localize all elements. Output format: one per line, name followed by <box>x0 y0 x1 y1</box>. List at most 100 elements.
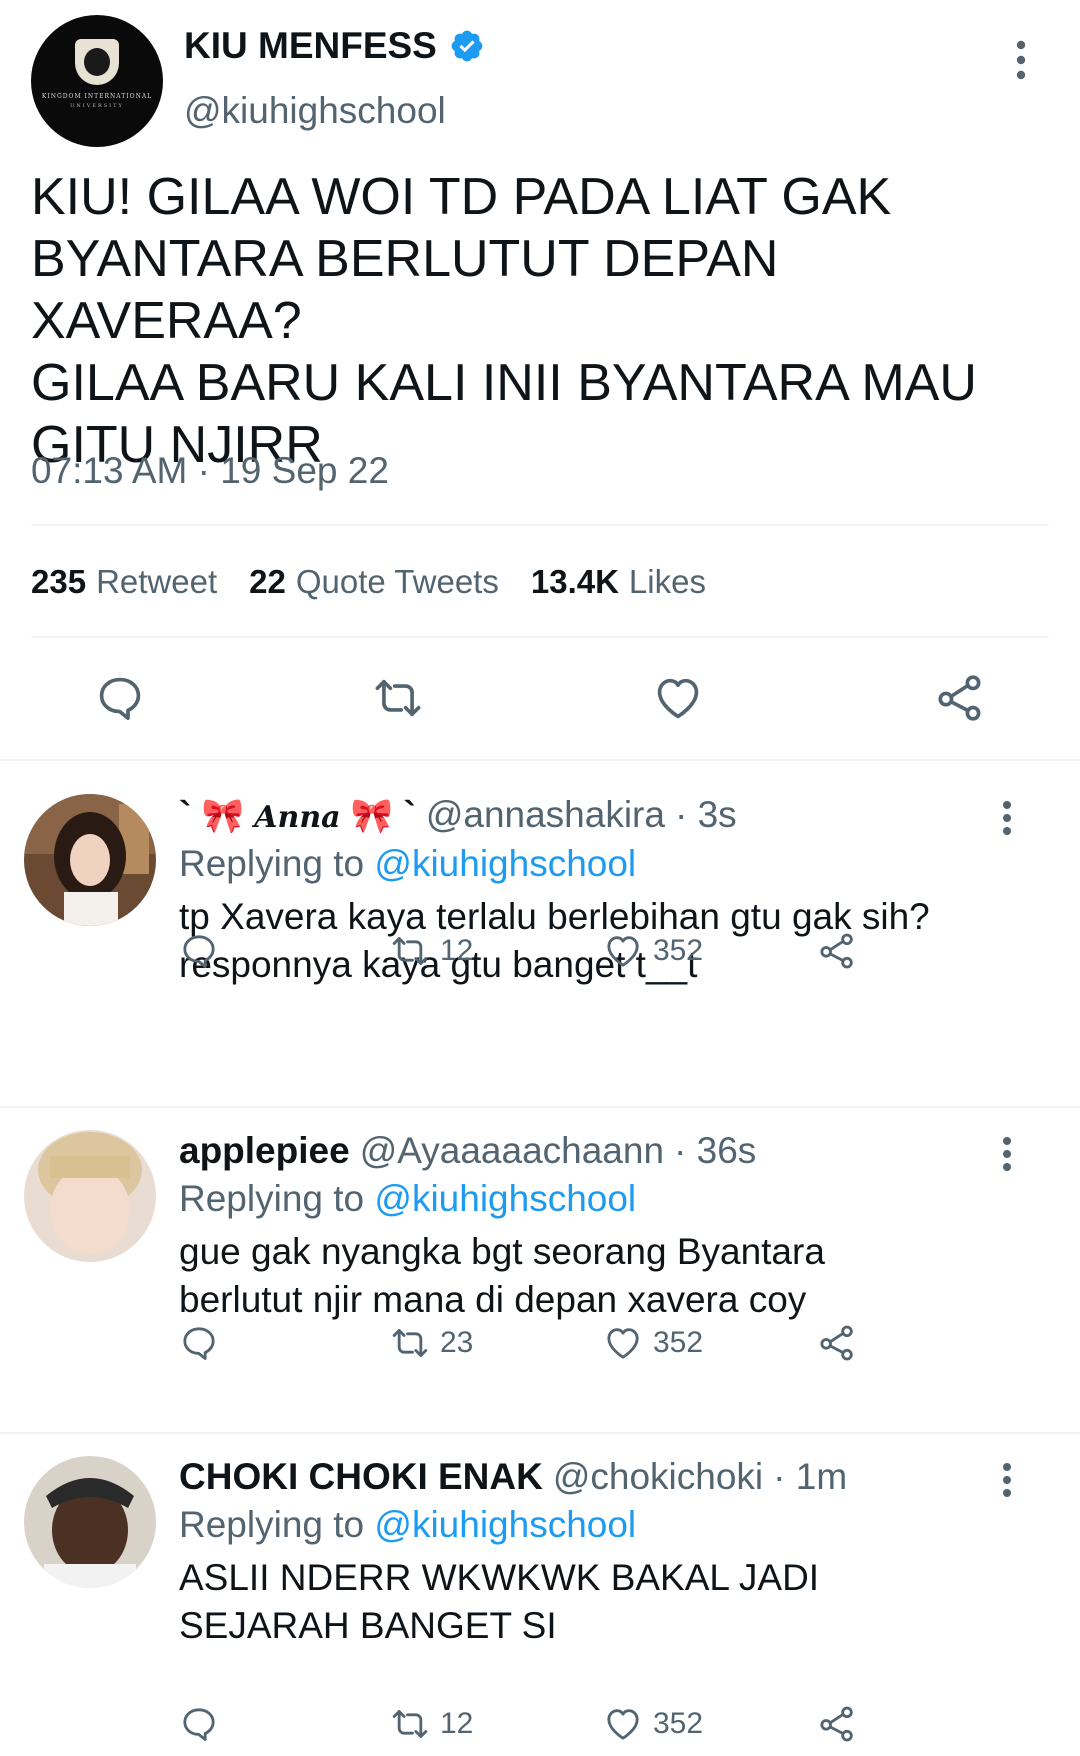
replying-to-label: Replying to <box>179 1178 365 1219</box>
reply-button[interactable] <box>179 1323 219 1363</box>
reply-icon <box>183 935 215 968</box>
like-icon <box>607 1709 639 1740</box>
retweet-count: 12 <box>440 934 474 967</box>
reply-button[interactable] <box>94 672 146 724</box>
share-button[interactable] <box>934 672 986 724</box>
retweet-button[interactable]: 12 <box>390 1704 473 1744</box>
engagement-stats: 235 Retweet 22 Quote Tweets 13.4K Likes <box>31 563 706 601</box>
user-handle[interactable]: @annashakira <box>426 794 665 836</box>
replying-to-label: Replying to <box>179 1504 365 1545</box>
retweet-button[interactable] <box>372 672 424 724</box>
retweet-icon <box>392 937 428 965</box>
user-display-name[interactable]: ` 🎀 Anna 🎀 ` <box>179 794 416 836</box>
like-count: 352 <box>653 934 704 967</box>
replying-to-handle[interactable]: @kiuhighschool <box>374 843 636 884</box>
share-button[interactable] <box>817 931 857 971</box>
name-decoration: ` <box>179 794 192 835</box>
replying-to-handle[interactable]: @kiuhighschool <box>374 1504 636 1545</box>
avatar-caption-sub: UNIVERSITY <box>70 103 124 109</box>
section-divider <box>0 759 1080 761</box>
account-name-text: KIU MENFESS <box>184 25 437 66</box>
more-options-icon[interactable] <box>1016 40 1026 80</box>
quote-stat[interactable]: 22 Quote Tweets <box>249 563 499 601</box>
like-button[interactable]: 352 <box>603 1704 703 1744</box>
ribbon-emoji: 🎀 <box>350 797 394 835</box>
avatar-photo <box>24 794 156 926</box>
like-icon <box>607 936 639 967</box>
reply-header: CHOKI CHOKI ENAK @chokichoki · 1m <box>179 1456 847 1498</box>
divider <box>31 636 1049 638</box>
share-icon <box>820 1706 853 1742</box>
quote-label: Quote Tweets <box>295 563 499 600</box>
share-icon <box>938 675 981 721</box>
reply-header: applepiee @Ayaaaaachaann · 36s <box>179 1130 756 1172</box>
retweet-stat[interactable]: 235 Retweet <box>31 563 217 601</box>
avatar-photo <box>24 1130 156 1262</box>
user-display-name[interactable]: applepiee <box>179 1130 350 1172</box>
reply-text: gue gak nyangka bgt seorang Byantara ber… <box>179 1231 825 1320</box>
share-button[interactable] <box>817 1704 857 1744</box>
name-decoration: ` <box>403 794 416 835</box>
name-script-text: Anna <box>254 800 341 835</box>
reply-button[interactable] <box>179 1704 219 1744</box>
reply-time[interactable]: · 36s <box>674 1130 756 1172</box>
replying-to-line: Replying to @kiuhighschool <box>179 843 636 885</box>
likes-label: Likes <box>628 563 706 600</box>
retweet-icon <box>375 679 421 717</box>
replying-to-handle[interactable]: @kiuhighschool <box>374 1178 636 1219</box>
divider <box>31 524 1049 526</box>
avatar-photo <box>24 1456 156 1588</box>
replying-to-line: Replying to @kiuhighschool <box>179 1504 636 1546</box>
lion-emblem-icon <box>75 39 119 85</box>
like-button[interactable]: 352 <box>603 1323 703 1363</box>
reply-icon <box>183 1708 215 1741</box>
reply-time[interactable]: · 1m <box>773 1456 847 1498</box>
retweet-label: Retweet <box>96 563 218 600</box>
likes-stat[interactable]: 13.4K Likes <box>531 563 706 601</box>
retweet-count: 12 <box>440 1707 474 1740</box>
like-icon <box>657 678 699 719</box>
reply-text: ASLII NDERR WKWKWK BAKAL JADI SEJARAH BA… <box>179 1557 820 1646</box>
user-avatar[interactable] <box>24 1130 156 1262</box>
share-icon <box>820 933 853 969</box>
reply-time[interactable]: · 3s <box>675 794 737 836</box>
like-icon <box>607 1328 639 1359</box>
user-handle[interactable]: @Ayaaaaachaann <box>360 1130 664 1172</box>
retweet-icon <box>392 1329 428 1357</box>
more-options-icon[interactable] <box>1002 800 1012 836</box>
quote-count: 22 <box>249 563 286 600</box>
verified-badge-icon <box>451 30 483 62</box>
reply-icon <box>183 1327 215 1360</box>
section-divider <box>0 1106 1080 1108</box>
like-count: 352 <box>653 1326 704 1359</box>
share-icon <box>820 1325 853 1361</box>
replying-to-label: Replying to <box>179 843 365 884</box>
ribbon-emoji: 🎀 <box>201 797 244 835</box>
user-handle[interactable]: @chokichoki <box>553 1456 763 1498</box>
account-name[interactable]: KIU MENFESS <box>184 25 485 67</box>
user-avatar[interactable] <box>24 1456 156 1588</box>
more-options-icon[interactable] <box>1002 1462 1012 1498</box>
like-button[interactable] <box>652 672 704 724</box>
retweet-count: 235 <box>31 563 87 600</box>
account-handle[interactable]: @kiuhighschool <box>184 90 446 132</box>
reply-header: ` 🎀 Anna 🎀 ` @annashakira · 3s <box>179 794 737 836</box>
retweet-button[interactable]: 12 <box>390 931 473 971</box>
like-button[interactable]: 352 <box>603 931 703 971</box>
retweet-icon <box>392 1710 428 1738</box>
user-avatar[interactable] <box>24 794 156 926</box>
replying-to-line: Replying to @kiuhighschool <box>179 1178 636 1220</box>
account-avatar[interactable]: KINGDOM INTERNATIONAL UNIVERSITY <box>31 15 163 147</box>
reply-icon <box>99 677 141 720</box>
tweet-timestamp[interactable]: 07:13 AM · 19 Sep 22 <box>31 450 389 492</box>
section-divider <box>0 1432 1080 1434</box>
share-button[interactable] <box>817 1323 857 1363</box>
avatar-caption: KINGDOM INTERNATIONAL <box>41 93 153 100</box>
reply-button[interactable] <box>179 931 219 971</box>
retweet-count: 23 <box>440 1326 474 1359</box>
retweet-button[interactable]: 23 <box>390 1323 473 1363</box>
more-options-icon[interactable] <box>1002 1136 1012 1172</box>
likes-count: 13.4K <box>530 563 619 600</box>
like-count: 352 <box>653 1707 704 1740</box>
user-display-name[interactable]: CHOKI CHOKI ENAK <box>179 1456 543 1498</box>
